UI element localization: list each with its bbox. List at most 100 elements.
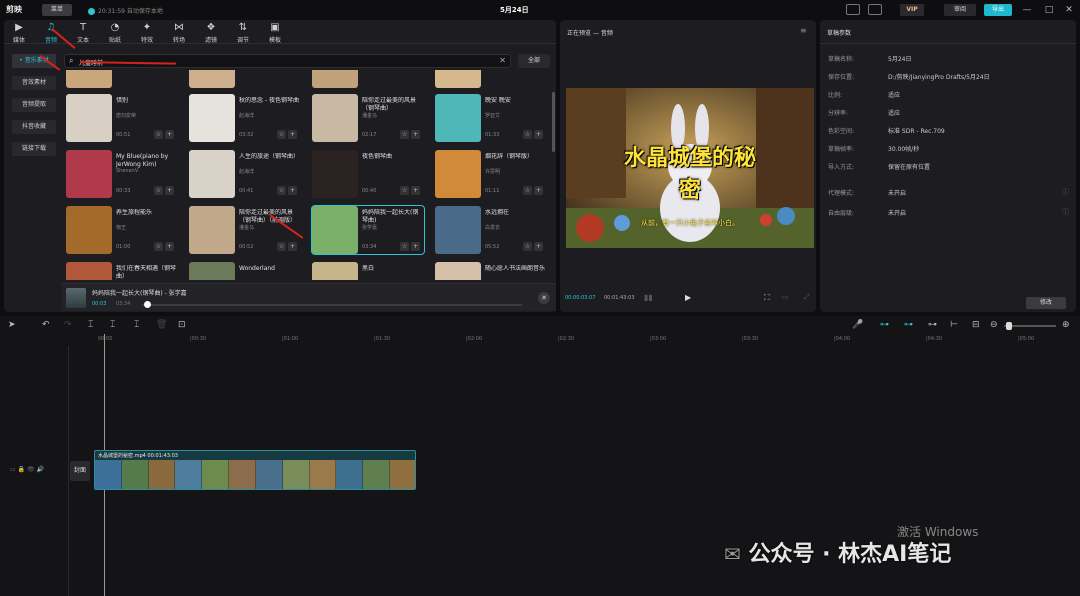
music-card[interactable]: 晚安 晚安 罗亚艾 01:33 ☆ + [435,94,547,142]
add-icon[interactable]: + [288,242,297,251]
menu-button[interactable]: 菜单 [42,4,72,16]
redo-icon[interactable]: ↷ [64,320,72,330]
tab-media[interactable]: ▶ 媒体 [4,23,34,45]
favorite-icon[interactable]: ☆ [400,130,409,139]
music-card[interactable]: 妈妈陪我一起长大(钢琴曲) 张学嘉 03:34 ☆ + [311,205,425,255]
info-icon[interactable]: ⓘ [1062,207,1069,217]
info-icon[interactable]: ⓘ [1062,187,1069,197]
music-card[interactable]: 水远拥在 白发衣 05:52 ☆ + [435,206,547,254]
zoom-in-icon[interactable]: ⊕ [1062,320,1070,330]
subnav-douyin[interactable]: 抖音收藏 [12,120,56,134]
favorite-icon[interactable]: ☆ [523,130,532,139]
keyboard-icon[interactable] [846,4,860,15]
favorite-icon[interactable]: ☆ [277,242,286,251]
subnav-extract[interactable]: 音频提取 [12,98,56,112]
cover-button[interactable]: 封面 [70,461,90,481]
microphone-icon[interactable]: 🎤 [852,320,863,330]
favorite-icon[interactable]: ☆ [400,186,409,195]
favorite-icon[interactable]: ☆ [523,186,532,195]
delete-icon[interactable]: 🗑 [156,320,167,330]
select-pointer-icon[interactable]: ➤ [8,320,16,330]
music-card[interactable]: 养生旅程能乐 咖王 01:00 ☆ + [66,206,178,254]
add-icon[interactable]: + [411,242,420,251]
zoom-out-icon[interactable]: ⊖ [990,320,998,330]
tab-sticker[interactable]: ◔ 贴纸 [100,23,130,45]
close-player-icon[interactable]: ✕ [538,292,550,304]
subnav-link[interactable]: 链接下载 [12,142,56,156]
add-icon[interactable]: + [411,186,420,195]
split-left-icon[interactable]: ⌶ [110,320,115,330]
add-icon[interactable]: + [411,130,420,139]
music-card[interactable]: 夜色钢琴曲 00:40 ☆ + [312,150,424,198]
music-card[interactable]: 随心愿人书法画朗音乐☆+ [435,262,547,280]
music-card[interactable]: My Blue(piano by JerWong Kim) ShenenV 00:3… [66,150,178,198]
add-icon[interactable]: + [165,242,174,251]
zoom-fit-icon[interactable]: ⊟ [972,320,980,330]
music-card[interactable]: 陪你走过最美的风景（钢琴曲） 潘金马 02:17 ☆ + [312,94,424,142]
player-knob[interactable] [144,301,151,308]
vip-button[interactable]: VIP [900,4,924,16]
music-card[interactable]: 陪你走过最美的风景（钢琴曲）（前调版） 潘金马 00:52 ☆ + [189,206,301,254]
tab-text[interactable]: T 文本 [68,23,98,45]
tab-filter[interactable]: ❖ 滤镜 [196,23,226,45]
maximize-icon[interactable]: □ [1042,3,1056,17]
menu-icon[interactable]: ≡ [800,26,807,35]
split-right-icon[interactable]: ⌶ [134,320,139,330]
tab-adjust[interactable]: ⇅ 调节 [228,23,258,45]
close-icon[interactable]: ✕ [1062,3,1076,17]
add-icon[interactable]: + [534,130,543,139]
time-ruler[interactable]: 00:00 |00:30 |01:00 |01:30 |02:00 |02:30… [68,334,1080,346]
add-icon[interactable]: + [534,186,543,195]
favorite-icon[interactable]: ☆ [154,242,163,251]
edit-button[interactable]: 修改 [1026,297,1066,309]
music-card[interactable]: 我们在春天相遇（钢琴曲）飞鱼UncleTune01:57☆+ [66,262,178,280]
track-lock-icon[interactable]: ▭ 🔒 👁 🔊 [10,466,44,473]
add-icon[interactable]: + [165,130,174,139]
music-thumbnail [312,94,358,142]
video-clip[interactable]: 水晶城堡的秘密.mp4 00:01:43:03 [94,450,416,490]
play-icon[interactable]: ▶ [685,293,691,302]
add-icon[interactable]: + [165,186,174,195]
prop-value: 标准 SDR - Rec.709 [888,128,945,135]
favorite-icon[interactable]: ☆ [400,242,409,251]
music-card[interactable]: 秋的思念 - 夜色钢琴曲 赵海洋 03:32 ☆ + [189,94,301,142]
music-card[interactable]: 烟花辞（钢琴版） 许思明 01:11 ☆ + [435,150,547,198]
preview-axis-icon[interactable]: ⊢ [950,320,958,330]
favorite-icon[interactable]: ☆ [154,130,163,139]
music-card[interactable]: WonderlandPeter Odell☆+ [189,262,301,280]
expand-icon[interactable]: ⤢ [804,293,810,302]
tab-transition[interactable]: ⋈ 转场 [164,23,194,45]
undo-icon[interactable]: ↶ [42,320,50,330]
favorite-icon[interactable]: ☆ [154,186,163,195]
split-icon[interactable]: ⌶ [88,320,93,330]
wechat-icon: ✉ [724,542,741,566]
ratio-icon[interactable]: ▭ [782,293,789,301]
link-icon[interactable]: ⊶ [880,320,889,330]
tab-audio[interactable]: ♫ 音频 [36,23,66,45]
music-card[interactable]: 黑白☆+ [312,262,424,280]
chain-icon[interactable]: ⊶ [928,320,937,330]
favorite-icon[interactable]: ☆ [523,242,532,251]
tab-effects[interactable]: ✦ 特效 [132,23,162,45]
review-button[interactable]: 审阅 [944,4,976,16]
favorite-icon[interactable]: ☆ [277,186,286,195]
filter-dropdown[interactable]: 全部 [518,54,550,68]
layout-icon[interactable] [868,4,882,15]
add-icon[interactable]: + [288,186,297,195]
add-icon[interactable]: + [534,242,543,251]
fullscreen-crop-icon[interactable]: ⛶ [764,293,770,303]
music-card[interactable]: 惜别 唐刘泉荣 00:51 ☆ + [66,94,178,142]
tab-template[interactable]: ▣ 模板 [260,23,290,45]
subnav-sfx[interactable]: 音效素材 [12,76,56,90]
music-card[interactable]: 人生的旅途（钢琴曲） 赵海洋 00:41 ☆ + [189,150,301,198]
magnet-icon[interactable]: ⊶ [904,320,913,330]
scrollbar[interactable] [552,92,555,152]
zoom-knob[interactable] [1006,322,1012,330]
minimize-icon[interactable]: — [1020,3,1034,17]
clear-icon[interactable]: ✕ [499,56,506,65]
export-button[interactable]: 导出 [984,4,1012,16]
screenshot-icon[interactable]: ⊡ [178,320,186,330]
favorite-icon[interactable]: ☆ [277,130,286,139]
player-progress[interactable] [142,304,522,306]
add-icon[interactable]: + [288,130,297,139]
